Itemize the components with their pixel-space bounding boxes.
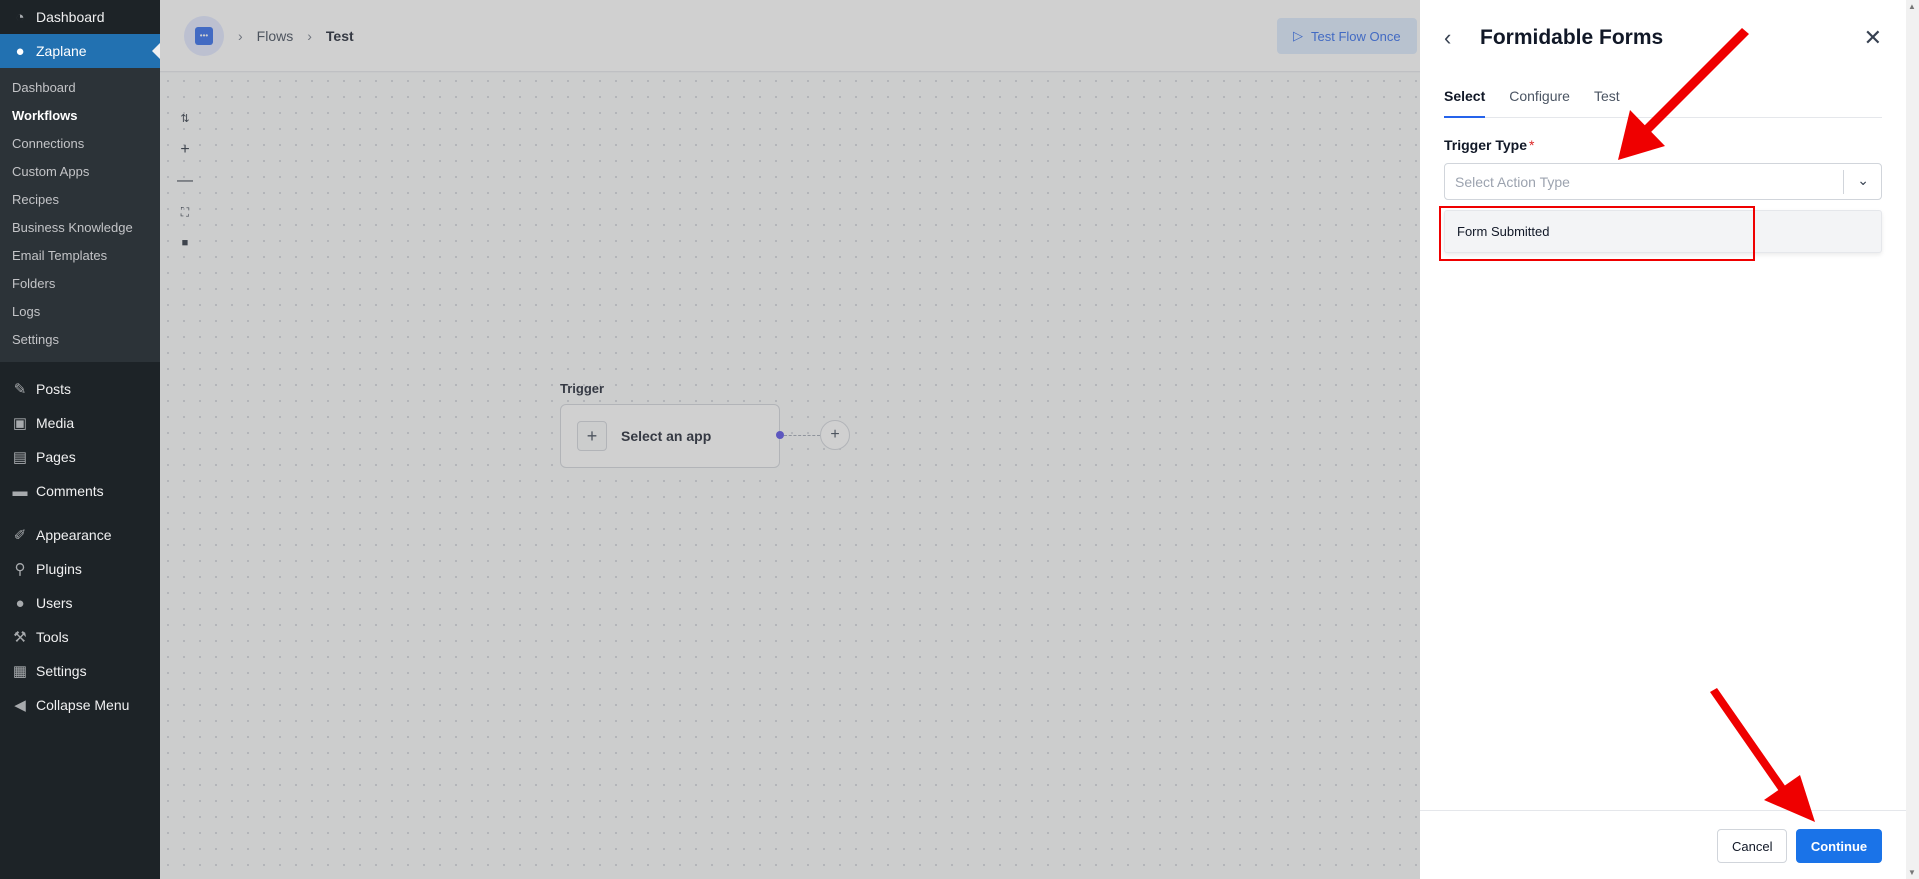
menu-posts[interactable]: ✎ Posts (0, 372, 160, 406)
menu-plugins[interactable]: ⚲ Plugins (0, 552, 160, 586)
menu-zaplane[interactable]: ● Zaplane (0, 34, 160, 68)
menu-label: Comments (36, 483, 104, 499)
tab-select[interactable]: Select (1444, 84, 1486, 118)
wp-main-menu: ✎ Posts ▣ Media ▤ Pages ▬ Comments ✐ App… (0, 362, 160, 722)
tab-configure[interactable]: Configure (1509, 84, 1570, 118)
media-icon: ▣ (12, 415, 28, 432)
menu-settings[interactable]: ▦ Settings (0, 654, 160, 688)
tab-test[interactable]: Test (1594, 84, 1620, 118)
menu-label: Media (36, 415, 75, 431)
pages-icon: ▤ (12, 449, 28, 466)
submenu-workflows[interactable]: Workflows (0, 102, 160, 130)
annotation-highlight-box (1439, 206, 1755, 261)
brush-icon: ✐ (13, 527, 27, 544)
submenu-recipes[interactable]: Recipes (0, 186, 160, 214)
menu-appearance[interactable]: ✐ Appearance (0, 518, 160, 552)
dashboard-icon: ◔ (15, 8, 25, 26)
continue-button[interactable]: Continue (1796, 829, 1882, 863)
wp-admin-sidebar: ◔ Dashboard ● Zaplane Dashboard Workflow… (0, 0, 160, 879)
modal-backdrop[interactable] (160, 0, 1420, 879)
submenu-dashboard[interactable]: Dashboard (0, 74, 160, 102)
app-config-panel: ‹ Formidable Forms ✕ Select Configure Te… (1420, 0, 1906, 879)
required-mark: * (1528, 137, 1535, 153)
submenu-business-knowledge[interactable]: Business Knowledge (0, 214, 160, 242)
menu-label: Dashboard (36, 9, 105, 25)
scroll-down-icon[interactable]: ▼ (1908, 868, 1916, 877)
menu-comments[interactable]: ▬ Comments (0, 474, 160, 508)
menu-collapse[interactable]: ◀ Collapse Menu (0, 688, 160, 722)
menu-tools[interactable]: ⚒ Tools (0, 620, 160, 654)
scrollbar[interactable]: ▲ ▼ (1906, 0, 1919, 879)
menu-label: Pages (36, 449, 76, 465)
back-arrow-icon[interactable]: ‹ (1444, 25, 1474, 51)
scroll-up-icon[interactable]: ▲ (1908, 2, 1916, 11)
submenu-logs[interactable]: Logs (0, 298, 160, 326)
menu-label: Users (36, 595, 73, 611)
submenu-email-templates[interactable]: Email Templates (0, 242, 160, 270)
panel-footer: Cancel Continue (1420, 810, 1906, 879)
panel-tabs: Select Configure Test (1444, 84, 1882, 118)
menu-pages[interactable]: ▤ Pages (0, 440, 160, 474)
submenu-custom-apps[interactable]: Custom Apps (0, 158, 160, 186)
submenu-connections[interactable]: Connections (0, 130, 160, 158)
panel-title: Formidable Forms (1480, 26, 1664, 49)
pin-icon: ✎ (13, 381, 27, 398)
comment-icon: ▬ (12, 482, 28, 500)
user-icon: ● (15, 594, 25, 612)
submenu-folders[interactable]: Folders (0, 270, 160, 298)
menu-label: Tools (36, 629, 69, 645)
zaplane-submenu: Dashboard Workflows Connections Custom A… (0, 68, 160, 362)
wrench-icon: ⚒ (13, 629, 27, 646)
select-divider (1843, 170, 1844, 194)
close-icon[interactable]: ✕ (1864, 25, 1882, 51)
menu-label: Zaplane (36, 43, 87, 59)
panel-header: ‹ Formidable Forms ✕ (1444, 24, 1882, 52)
cancel-button[interactable]: Cancel (1717, 829, 1788, 863)
menu-label: Appearance (36, 527, 112, 543)
zaplane-icon: ● (15, 42, 25, 60)
plug-icon: ⚲ (14, 561, 26, 578)
menu-media[interactable]: ▣ Media (0, 406, 160, 440)
field-label-text: Trigger Type (1444, 137, 1527, 153)
submenu-settings[interactable]: Settings (0, 326, 160, 354)
trigger-type-select[interactable]: Select Action Type ⌄ (1444, 163, 1882, 200)
select-placeholder: Select Action Type (1455, 173, 1570, 190)
menu-label: Collapse Menu (36, 697, 130, 713)
trigger-type-label: Trigger Type * (1444, 137, 1534, 153)
menu-label: Plugins (36, 561, 82, 577)
settings-icon: ▦ (12, 663, 28, 680)
chevron-down-icon[interactable]: ⌄ (1857, 172, 1869, 189)
menu-label: Settings (36, 663, 87, 679)
menu-dashboard[interactable]: ◔ Dashboard (0, 0, 160, 34)
menu-users[interactable]: ● Users (0, 586, 160, 620)
collapse-icon: ◀ (14, 697, 26, 714)
menu-label: Posts (36, 381, 72, 397)
